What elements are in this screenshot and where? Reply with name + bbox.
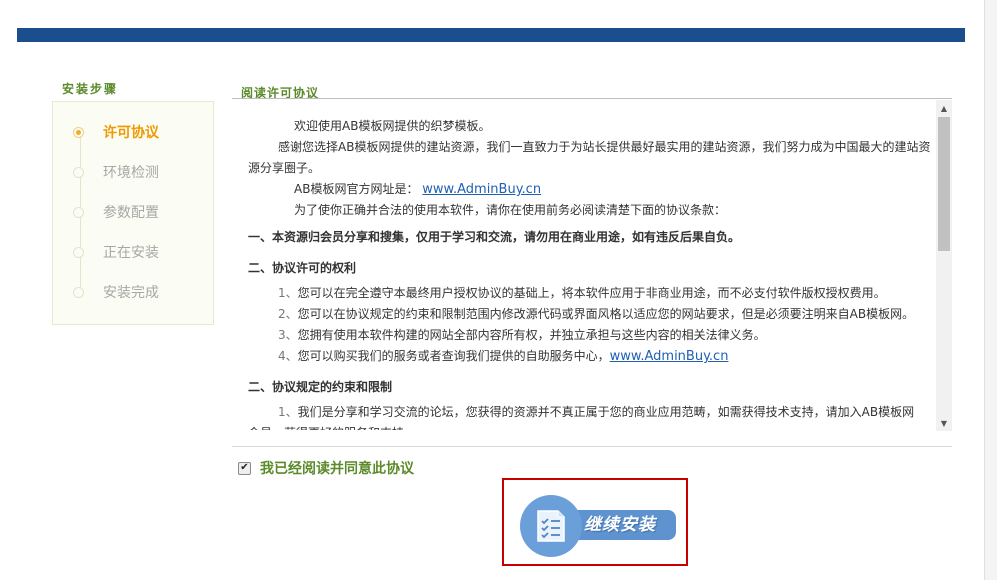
license-section-3: 二、协议规定的约束和限制 [248,380,393,394]
step-dot-icon [73,166,84,178]
limit-text: 我们是分享和学习交流的论坛，您获得的资源并不真正属于您的商业应用范畴，如需获得技… [248,405,915,430]
step-env-check: 环境检测 [73,162,159,182]
panel-bottom-divider [232,446,952,447]
right-text: 您拥有使用本软件构建的网站全部内容所有权，并独立承担与这些内容的相关法律义务。 [297,328,766,342]
right-item: 1、您可以在完全遵守本最终用户授权协议的基础上，将本软件应用于非商业用途，而不必… [232,283,936,304]
service-center-link[interactable]: www.AdminBuy.cn [610,349,729,364]
right-num: 3、 [278,328,298,342]
license-section-2: 二、协议许可的权利 [248,261,357,275]
step-dot-icon [73,206,84,218]
step-installing: 正在安装 [73,242,159,262]
header-bar [17,28,965,42]
agree-row[interactable]: ✔ 我已经阅读并同意此协议 [238,458,414,478]
step-label: 安装完成 [103,285,159,301]
step-complete: 安装完成 [73,282,159,302]
steps-title: 安装步骤 [62,82,119,96]
step-active-dot-icon [73,126,84,138]
panel-divider [232,98,952,99]
license-thanks: 感谢您选择AB模板网提供的建站资源，我们一直致力于为站长提供最好最实用的建站资源… [248,140,931,175]
license-section-1: 一、本资源归会员分享和搜集，仅用于学习和交流，请勿用在商业用途，如有违反后果自负… [248,230,741,244]
limit-num: 1、 [278,405,298,419]
license-welcome: 欢迎使用AB模板网提供的织梦模板。 [294,119,491,133]
license-read-notice: 为了使你正确并合法的使用本软件，请你在使用前务必阅读清楚下面的协议条款： [294,203,727,217]
step-label: 正在安装 [103,245,159,261]
limit-item: 1、我们是分享和学习交流的论坛，您获得的资源并不真正属于您的商业应用范畴，如需获… [232,402,936,430]
right-item: 4、您可以购买我们的服务或者查询我们提供的自助服务中心，www.AdminBuy… [232,346,936,367]
site-link[interactable]: www.AdminBuy.cn [422,182,541,197]
button-circle [520,495,582,557]
window-scrollbar-track[interactable] [984,0,997,580]
step-label: 参数配置 [103,205,159,221]
license-text-area[interactable]: 欢迎使用AB模板网提供的织梦模板。 感谢您选择AB模板网提供的建站资源，我们一直… [232,100,936,430]
step-config: 参数配置 [73,202,159,222]
license-scrollbar[interactable]: ▲ ▼ [936,100,952,431]
step-label: 许可协议 [103,125,159,141]
right-text: 您可以在协议规定的约束和限制范围内修改源代码或界面风格以适应您的网站要求，但是必… [297,307,915,321]
step-dot-icon [73,286,84,298]
scroll-thumb[interactable] [938,117,950,251]
step-license: 许可协议 [73,122,159,142]
right-text: 您可以购买我们的服务或者查询我们提供的自助服务中心， [297,349,610,363]
agree-checkbox[interactable]: ✔ [238,461,251,475]
site-label: AB模板网官方网址是： [294,182,419,196]
agree-label[interactable]: 我已经阅读并同意此协议 [260,458,414,478]
continue-install-button[interactable]: 继续安装 [520,495,676,557]
right-text: 您可以在完全遵守本最终用户授权协议的基础上，将本软件应用于非商业用途，而不必支付… [297,286,886,300]
right-item: 3、您拥有使用本软件构建的网站全部内容所有权，并独立承担与这些内容的相关法律义务… [232,325,936,346]
checklist-icon [537,510,565,542]
step-dot-icon [73,246,84,258]
license-site-line: AB模板网官方网址是： www.AdminBuy.cn [232,179,936,200]
step-label: 环境检测 [103,165,159,181]
steps-panel: 许可协议 环境检测 参数配置 正在安装 安装完成 [52,101,214,325]
right-num: 1、 [278,286,298,300]
right-num: 4、 [278,349,298,363]
right-item: 2、您可以在协议规定的约束和限制范围内修改源代码或界面风格以适应您的网站要求，但… [232,304,936,325]
scroll-up-arrow-icon[interactable]: ▲ [936,100,952,116]
right-num: 2、 [278,307,298,321]
scroll-down-arrow-icon[interactable]: ▼ [936,415,952,431]
continue-install-label: 继续安装 [584,515,656,535]
